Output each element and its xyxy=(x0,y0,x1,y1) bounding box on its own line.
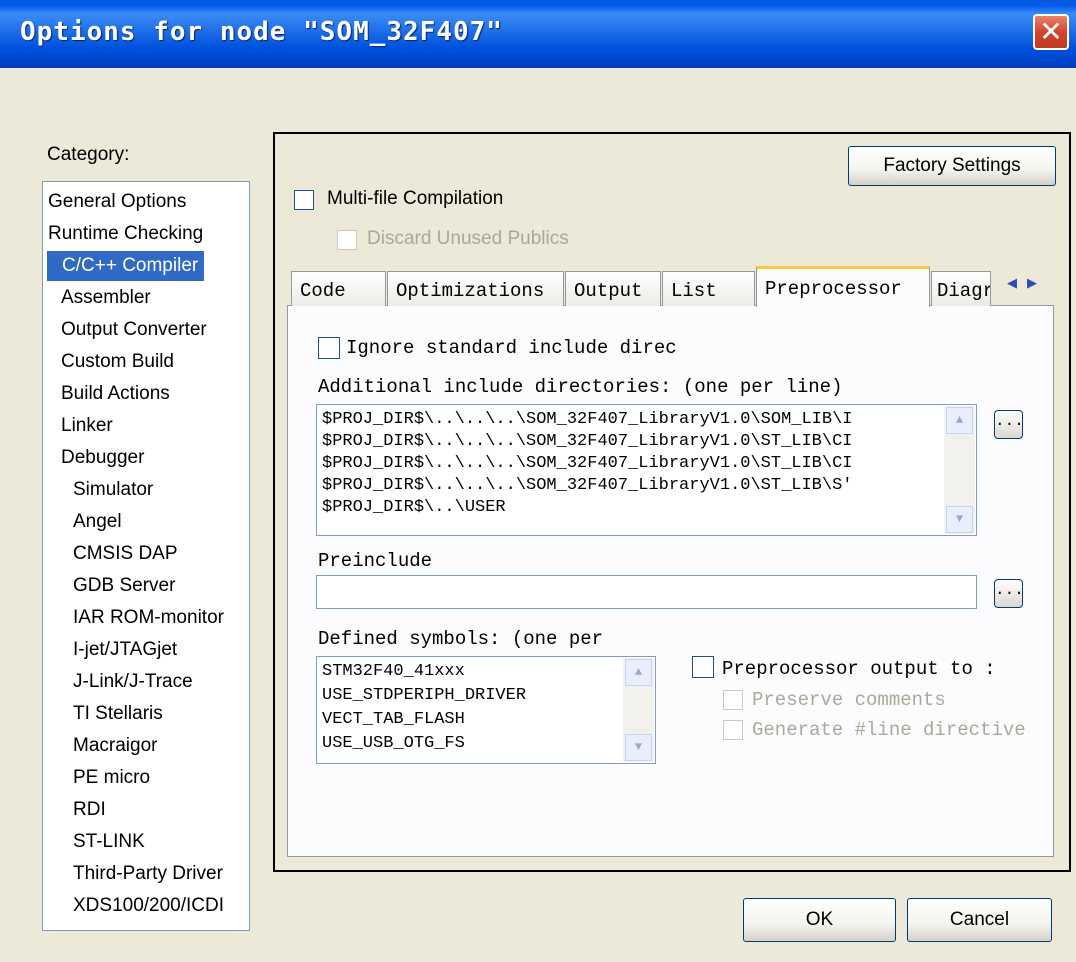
category-item[interactable]: GDB Server xyxy=(43,571,181,601)
tab-optimizations[interactable]: Optimizations xyxy=(387,271,564,306)
category-item[interactable]: J-Link/J-Trace xyxy=(43,667,199,697)
text-line: $PROJ_DIR$\..\USER xyxy=(322,498,506,517)
preinclude-browse-button[interactable]: ... xyxy=(994,579,1024,608)
close-icon: ✕ xyxy=(1039,15,1063,48)
text-line: USE_STDPERIPH_DRIVER xyxy=(322,686,527,705)
ok-button[interactable]: OK xyxy=(743,898,896,942)
discard-unused-checkbox xyxy=(337,230,357,250)
category-item[interactable]: Angel xyxy=(43,507,128,537)
category-item[interactable]: ST-LINK xyxy=(43,827,151,857)
category-item[interactable]: Assembler xyxy=(43,283,157,313)
category-item[interactable]: Custom Build xyxy=(43,347,180,377)
category-item[interactable]: Runtime Checking xyxy=(43,219,209,249)
text-line: $PROJ_DIR$\..\..\..\SOM_32F407_LibraryV1… xyxy=(322,432,853,451)
defined-symbols-label: Defined symbols: (one per xyxy=(318,628,604,650)
scroll-down-icon[interactable]: ▼ xyxy=(946,506,973,533)
category-item[interactable]: PE micro xyxy=(43,763,156,793)
tab-diagnostics[interactable]: Diagr xyxy=(931,271,991,306)
preinclude-input[interactable] xyxy=(316,575,977,609)
category-item[interactable]: Third-Party Driver xyxy=(43,859,229,889)
preprocessor-output-checkbox[interactable] xyxy=(692,656,714,678)
category-item[interactable]: IAR ROM-monitor xyxy=(43,603,230,633)
scroll-up-icon[interactable]: ▲ xyxy=(946,407,973,434)
category-item[interactable]: Simulator xyxy=(43,475,159,505)
factory-settings-button[interactable]: Factory Settings xyxy=(848,146,1056,186)
tab-preprocessor[interactable]: Preprocessor xyxy=(756,266,930,307)
category-item[interactable]: CMSIS DAP xyxy=(43,539,184,569)
category-item[interactable]: I-jet/JTAGjet xyxy=(43,635,183,665)
chevron-right-icon[interactable]: ▶ xyxy=(1027,271,1037,295)
category-item[interactable]: Macraigor xyxy=(43,731,163,761)
scroll-up-icon[interactable]: ▲ xyxy=(625,659,652,686)
cancel-button[interactable]: Cancel xyxy=(907,898,1052,942)
tab-list[interactable]: List xyxy=(662,271,755,306)
text-line: USE_USB_OTG_FS xyxy=(322,734,465,753)
text-line: $PROJ_DIR$\..\..\..\SOM_32F407_LibraryV1… xyxy=(322,454,853,473)
scroll-down-icon[interactable]: ▼ xyxy=(625,734,652,761)
text-line: $PROJ_DIR$\..\..\..\SOM_32F407_LibraryV1… xyxy=(322,476,853,495)
category-list[interactable]: General Options Runtime Checking C/C++ Com… xyxy=(42,181,250,931)
vertical-scrollbar[interactable]: ▲ ▼ xyxy=(944,406,975,534)
discard-unused-label: Discard Unused Publics xyxy=(367,228,569,249)
close-button[interactable]: ✕ xyxy=(1033,14,1069,50)
multi-file-label: Multi-file Compilation xyxy=(327,188,504,209)
category-item[interactable]: Debugger xyxy=(43,443,150,473)
additional-include-label: Additional include directories: (one per… xyxy=(318,376,843,398)
category-item[interactable]: XDS100/200/ICDI xyxy=(43,891,230,921)
text-line: STM32F40_41xxx xyxy=(322,662,465,681)
window-title: Options for node "SOM_32F407" xyxy=(20,17,503,47)
preinclude-label: Preinclude xyxy=(318,550,433,572)
preprocessor-output-label: Preprocessor output to : xyxy=(722,658,996,680)
category-item[interactable]: Linker xyxy=(43,411,119,441)
vertical-scrollbar[interactable]: ▲ ▼ xyxy=(623,658,654,762)
additional-include-textbox[interactable]: $PROJ_DIR$\..\..\..\SOM_32F407_LibraryV1… xyxy=(316,404,977,536)
ignore-std-include-label: Ignore standard include direc xyxy=(346,337,677,359)
multi-file-checkbox[interactable] xyxy=(294,190,314,210)
additional-include-browse-button[interactable]: ... xyxy=(994,410,1024,439)
preserve-comments-checkbox xyxy=(723,690,743,710)
text-line: $PROJ_DIR$\..\..\..\SOM_32F407_LibraryV1… xyxy=(322,410,853,429)
category-item[interactable]: TI Stellaris xyxy=(43,699,169,729)
tab-code[interactable]: Code xyxy=(291,271,386,306)
generate-line-label: Generate #line directive xyxy=(752,719,1026,741)
category-item[interactable]: RDI xyxy=(43,795,112,825)
tab-scroll-arrows[interactable]: ◀ ▶ xyxy=(993,271,1051,295)
text-line: VECT_TAB_FLASH xyxy=(322,710,465,729)
ignore-std-include-checkbox[interactable] xyxy=(318,337,340,359)
chevron-left-icon[interactable]: ◀ xyxy=(1007,271,1017,295)
category-item[interactable]: Output Converter xyxy=(43,315,213,345)
preserve-comments-label: Preserve comments xyxy=(752,689,946,711)
title-bar[interactable]: Options for node "SOM_32F407" ✕ xyxy=(0,0,1076,68)
category-item[interactable]: General Options xyxy=(43,187,192,217)
category-label: Category: xyxy=(47,144,130,165)
defined-symbols-textbox[interactable]: STM32F40_41xxx USE_STDPERIPH_DRIVER VECT_T… xyxy=(316,656,656,764)
tab-output[interactable]: Output xyxy=(565,271,661,306)
generate-line-checkbox xyxy=(723,720,743,740)
category-item[interactable]: Build Actions xyxy=(43,379,176,409)
category-item[interactable]: C/C++ Compiler xyxy=(47,251,205,281)
